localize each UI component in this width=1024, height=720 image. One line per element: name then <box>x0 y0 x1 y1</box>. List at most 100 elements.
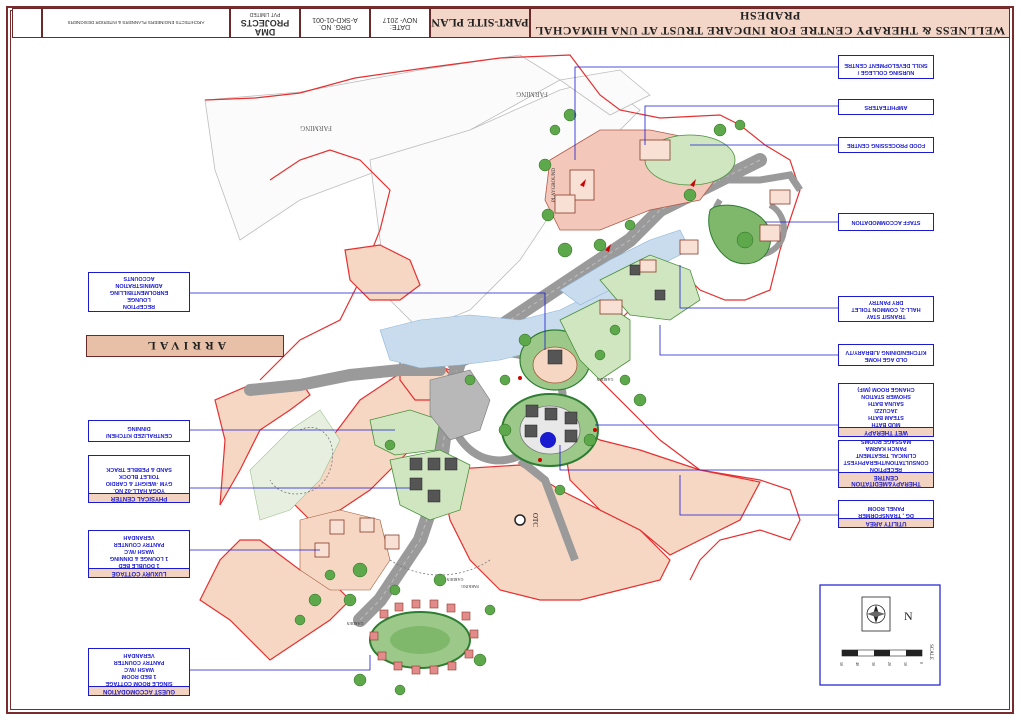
label-parking: PARKING <box>461 584 479 589</box>
callout-kitchen-line-2: DINNING <box>127 425 151 431</box>
callout-wet-line-2: STEAM BATH <box>868 414 904 420</box>
therapy-pool <box>540 432 556 448</box>
callout-therapy-meditation: THERAPY&MEDITATION CENTRE RECEPTION CONS… <box>838 438 934 488</box>
north-label: N <box>904 609 913 623</box>
scale-tick-5: 50 <box>839 662 844 666</box>
callout-nursing-line-2: SKILL DEVELOPMENT CENTRE <box>844 62 928 68</box>
callout-luxury-line-2: 1 LOUNGE & DINNING <box>109 555 169 561</box>
callout-guest-line-5: VERANDAH <box>123 652 155 658</box>
callout-therapy-line-2: CONSULTATION/THERAPHYEST <box>843 459 929 465</box>
scale-bar: SCALE 0 10 20 30 40 50 <box>839 644 933 666</box>
label-playground: PLAYGROUND <box>552 168 557 202</box>
callout-utility-line-2: PANEL ROOM <box>867 505 905 511</box>
firm-name: DMA PROJECTS <box>240 18 290 38</box>
callout-physical-line-3: TOILET BLOCK <box>118 473 160 479</box>
site-plan-sheet: FARMING FARMING PLAYGROUND OTC GARDEN GA… <box>0 0 1024 720</box>
callout-transit-line-2: HALL-2, COMMON TOILET <box>851 306 921 312</box>
label-garden-1: GARDEN <box>447 577 464 582</box>
scale-tick-1: 10 <box>903 662 908 666</box>
callout-guest-line-3: WASH /W.C <box>124 666 154 672</box>
callout-reception-line-1: RECEPTION <box>122 303 156 309</box>
callout-guest-line-2: 1 BED ROOM <box>121 673 157 679</box>
callout-staff-line: STAFF ACCOMMODATION <box>851 219 921 225</box>
firm-logo: DMA PROJECTS PVT LIMITED <box>230 8 300 38</box>
firm-address: ARCHITECTS ENGINEERS PLANNERS & INTERIOR… <box>42 8 230 38</box>
callout-luxury-line-1: 1 DOUBLE BED <box>118 562 160 568</box>
callout-amphitheaters: AMPHITEATERS <box>838 99 934 115</box>
callout-luxury-head: LUXURY COTTAGE <box>89 568 189 577</box>
date-label: DATE: <box>389 23 411 30</box>
callout-transit-line-3: DRY PANTRY <box>868 299 904 305</box>
callout-wet-line-1: MUD BATH <box>871 421 901 427</box>
callout-amphitheaters-line: AMPHITEATERS <box>864 104 908 110</box>
callout-luxury-line-4: PANTRY COUNTER <box>113 541 165 547</box>
callout-reception: RECEPTION LOUNGE ENROLMENT/BILLING ADMIN… <box>88 272 190 312</box>
scale-tick-3: 30 <box>871 662 876 666</box>
otc-marker <box>514 514 526 526</box>
scale-tick-0: 0 <box>919 662 924 664</box>
callout-utility-head: UTILITY AREA <box>839 518 933 527</box>
callout-physical-center: PHYSICAL CENTER YOGA HALL-02 NO. GYM -WE… <box>88 455 190 503</box>
drg-value: A-SKD-01-001 <box>312 16 358 23</box>
callout-wet-line-4: SAUNA BATH <box>868 400 904 406</box>
guest-cottage-court <box>390 626 450 654</box>
callout-therapy-line-4: PANCH KARMA <box>865 445 907 451</box>
callout-utility-area: UTILITY AREA DG , TRANSFORMER PANEL ROOM <box>838 500 934 528</box>
callout-luxury-line-5: VERANDAH <box>123 534 155 540</box>
callout-food-processing: FOOD PROCESSING CENTRE <box>838 137 934 153</box>
callout-reception-line-5: ACCOUNTS <box>123 275 155 281</box>
callout-old-age-home: OLD AGE HOME KITCHEN/DINING /LIBRARY/TV <box>838 344 934 366</box>
label-otc: OTC <box>531 513 539 527</box>
callout-reception-line-3: ENROLMENT/BILLING <box>109 289 169 295</box>
callout-therapy-line-5: MASSAGE ROOMS <box>860 438 912 444</box>
callout-physical-line-2: GYM -WEIGHT & CARDIO <box>105 480 173 486</box>
callout-wet-line-3: JACUZZI <box>874 407 898 413</box>
arrival-banner: ARRIVAL <box>86 335 284 357</box>
callout-guest-head: GUEST ACCOMODATION <box>89 686 189 695</box>
callout-wet-therapy: WET THERAPY MUD BATH STEAM BATH JACUZZI … <box>838 383 934 437</box>
project-title: WELLNESS & THERAPY CENTRE FOR INDCARE TR… <box>530 8 1010 38</box>
scale-label: SCALE <box>928 644 933 660</box>
scale-tick-2: 20 <box>887 662 892 666</box>
road-to-staff <box>720 171 803 192</box>
callout-transit-line-1: TRANSIT STAY <box>866 313 906 319</box>
callout-utility-line-1: DG , TRANSFORMER <box>858 512 914 518</box>
callout-guest-line-1: SINGLE ROOM COTTAGE <box>105 680 173 686</box>
callout-wet-line-6: CHANGE ROOM (M/F) <box>857 386 915 392</box>
callout-guest-line-4: PANTRY COUNTER <box>113 659 165 665</box>
firm-tag: PVT LIMITED <box>249 11 281 18</box>
title-block-end-cell <box>12 8 42 38</box>
callout-therapy-line-1: RECEPTION <box>869 466 903 472</box>
date-cell: DATE: NOV- 2017 <box>370 8 430 38</box>
callout-nursing-college: NURSING COLLEGE / SKILL DEVELOPMENT CENT… <box>838 55 934 79</box>
callout-centralized-kitchen: CENTRALIZED KITCHEN/ DINNING <box>88 420 190 442</box>
callout-oldage-line-1: OLD AGE HOME <box>864 356 908 362</box>
callout-luxury-line-3: WASH /W.C <box>124 548 154 554</box>
scale-tick-4: 40 <box>855 662 860 666</box>
callout-kitchen-line-1: CENTRALIZED KITCHEN/ <box>105 432 173 438</box>
callout-physical-head: PHYSICAL CENTER <box>89 493 189 502</box>
callout-physical-line-4: SAND & PEBBLE TRACK <box>106 466 172 472</box>
label-garden-2: GARDEN <box>347 621 364 626</box>
callout-nursing-line-1: NURSING COLLEGE / <box>857 69 915 75</box>
label-garden-3: GARDEN <box>597 377 614 382</box>
callout-reception-line-2: LOUNGE <box>127 296 151 302</box>
callout-physical-line-1: YOGA HALL-02 NO. <box>113 487 165 493</box>
date-value: NOV- 2017 <box>382 16 418 23</box>
callout-guest-accommodation: GUEST ACCOMODATION SINGLE ROOM COTTAGE 1… <box>88 648 190 696</box>
callout-transit-stay: TRANSIT STAY HALL-2, COMMON TOILET DRY P… <box>838 296 934 322</box>
callout-food-line: FOOD PROCESSING CENTRE <box>846 142 926 148</box>
callout-staff-accommodation: STAFF ACCOMMODATION <box>838 213 934 231</box>
callout-oldage-line-2: KITCHEN/DINING /LIBRARY/TV <box>845 349 927 355</box>
drg-label: DRG. NO. <box>319 23 351 30</box>
label-farming-2: FARMING <box>300 124 332 132</box>
callout-therapy-head: THERAPY&MEDITATION CENTRE <box>839 472 933 487</box>
callout-therapy-line-3: CLINICAL TREATMENT <box>855 452 917 458</box>
callout-luxury-cottage: LUXURY COTTAGE 1 DOUBLE BED 1 LOUNGE & D… <box>88 530 190 578</box>
label-farming-1: FARMING <box>516 90 548 98</box>
sheet-title: PART-SITE PLAN <box>430 8 530 38</box>
callout-wet-line-5: SHOWER STATION <box>861 393 911 399</box>
callout-wet-head: WET THERAPY <box>839 427 933 436</box>
title-block: WELLNESS & THERAPY CENTRE FOR INDCARE TR… <box>12 8 1010 38</box>
callout-reception-line-4: ADMINISTRATION <box>115 282 163 288</box>
